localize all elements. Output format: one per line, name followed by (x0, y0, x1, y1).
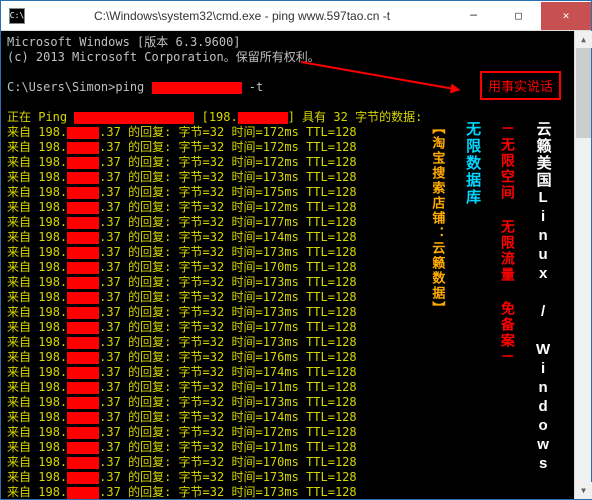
window-title: C:\Windows\system32\cmd.exe - ping www.5… (33, 9, 451, 23)
banner-col-2: －无限空间 无限流量 免备案－ (498, 121, 518, 484)
scroll-up-button[interactable]: ▲ (575, 31, 592, 48)
vertical-scrollbar[interactable]: ▲ ▼ (574, 31, 591, 499)
annotation-label: 用事实说话 (480, 71, 561, 100)
maximize-button[interactable]: □ (496, 2, 541, 30)
titlebar[interactable]: C:\ C:\Windows\system32\cmd.exe - ping w… (1, 1, 591, 31)
window-buttons: ─ □ ✕ (451, 2, 591, 30)
banner-col-3: 无限数据库 (462, 121, 483, 484)
minimize-button[interactable]: ─ (451, 2, 496, 30)
ad-banner: 云籁美国Linux / Windows －无限空间 无限流量 免备案－ 无限数据… (421, 116, 561, 489)
banner-col-4: 【淘宝搜索店铺：云籁数据】 (428, 121, 447, 484)
cmd-icon: C:\ (9, 8, 25, 24)
banner-col-1: 云籁美国Linux / Windows (533, 121, 554, 484)
scroll-down-button[interactable]: ▼ (575, 482, 592, 499)
close-button[interactable]: ✕ (541, 2, 591, 30)
scroll-thumb[interactable] (576, 48, 591, 138)
cmd-window: C:\ C:\Windows\system32\cmd.exe - ping w… (0, 0, 592, 500)
